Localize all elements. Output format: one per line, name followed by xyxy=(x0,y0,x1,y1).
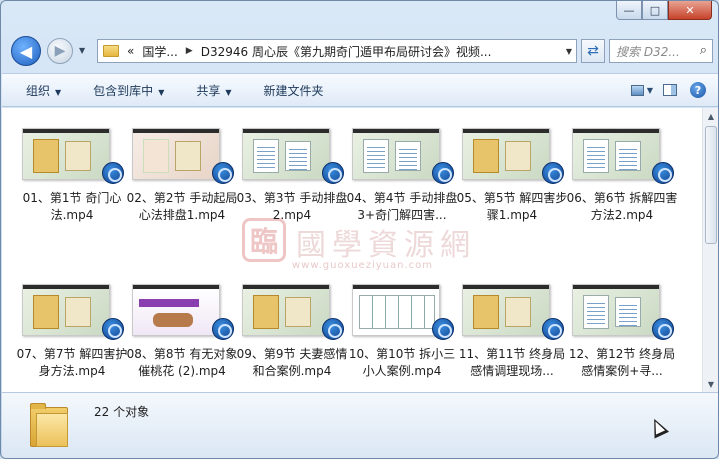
scroll-up-icon[interactable]: ▲ xyxy=(703,108,718,124)
maximize-button[interactable]: □ xyxy=(642,1,668,20)
preview-pane-icon xyxy=(663,84,677,96)
file-name: 03、第3节 手动排盘2.mp4 xyxy=(236,191,348,222)
video-thumbnail xyxy=(572,128,660,180)
video-thumbnail xyxy=(352,284,440,336)
address-bar[interactable]: « 国学... ▶ D32946 周心辰《第九期奇门遁甲布局研讨会》视频... … xyxy=(97,39,577,63)
watermark-url: www.guoxueziyuan.com xyxy=(292,260,433,271)
chevron-down-icon: ▼ xyxy=(646,85,653,95)
file-name: 09、第9节 夫妻感情和合案例.mp4 xyxy=(236,347,348,378)
vertical-scrollbar[interactable]: ▲ ▼ xyxy=(702,108,718,392)
breadcrumb-current-folder[interactable]: D32946 周心辰《第九期奇门遁甲布局研讨会》视频... xyxy=(201,43,492,60)
close-button[interactable]: ✕ xyxy=(668,1,712,20)
include-in-library-menu[interactable]: 包含到库中 ▼ xyxy=(85,80,172,101)
minimize-button[interactable]: — xyxy=(616,1,642,20)
view-icon xyxy=(631,84,644,96)
watermark-stamp: 臨 xyxy=(242,218,286,262)
file-name: 12、第12节 终身局感情案例+寻... xyxy=(568,347,676,378)
vlc-icon xyxy=(212,318,234,340)
new-folder-button[interactable]: 新建文件夹 xyxy=(256,80,332,101)
file-name: 04、第4节 手动排盘3+奇门解四害... xyxy=(346,191,458,222)
caption-buttons: — □ ✕ xyxy=(616,1,712,21)
include-in-library-label: 包含到库中 xyxy=(93,83,154,98)
vlc-icon xyxy=(542,318,564,340)
preview-pane-button[interactable] xyxy=(659,80,681,100)
vlc-icon xyxy=(542,162,564,184)
video-thumbnail xyxy=(132,284,220,336)
file-name: 02、第2节 手动起局心法排盘1.mp4 xyxy=(126,191,238,222)
vlc-icon xyxy=(212,162,234,184)
vlc-icon xyxy=(432,162,454,184)
navigation-bar: ◀ ▶ ▼ « 国学... ▶ D32946 周心辰《第九期奇门遁甲布局研讨会》… xyxy=(1,33,718,69)
file-name: 08、第8节 有无对象催桃花 (2).mp4 xyxy=(126,347,238,378)
refresh-button[interactable]: ⇄ xyxy=(581,39,605,63)
vlc-icon xyxy=(432,318,454,340)
vlc-icon xyxy=(322,162,344,184)
back-arrow-icon[interactable]: ◀ xyxy=(11,36,41,66)
video-thumbnail xyxy=(22,128,110,180)
help-button[interactable]: ? xyxy=(687,80,709,100)
search-input[interactable]: 搜索 D32... ⌕ xyxy=(609,39,713,63)
chevron-down-icon: ▼ xyxy=(158,87,165,97)
folder-icon xyxy=(30,403,68,447)
video-thumbnail xyxy=(462,284,550,336)
vlc-icon xyxy=(652,162,674,184)
video-thumbnail xyxy=(242,128,330,180)
scroll-down-icon[interactable]: ▼ xyxy=(703,376,718,392)
video-thumbnail xyxy=(352,128,440,180)
share-label: 共享 xyxy=(196,83,221,98)
vlc-icon xyxy=(102,162,124,184)
file-name: 07、第7节 解四害护身方法.mp4 xyxy=(16,347,128,378)
scrollbar-thumb[interactable] xyxy=(705,126,717,244)
help-icon: ? xyxy=(690,82,706,98)
share-menu[interactable]: 共享 ▼ xyxy=(188,80,239,101)
search-placeholder: 搜索 D32... xyxy=(616,44,680,59)
site-watermark: 臨 國學資源網 www.guoxueziyuan.com xyxy=(242,218,502,278)
explorer-window: — □ ✕ ◀ ▶ ▼ « 国学... ▶ D32946 周心辰《第九期奇门遁甲… xyxy=(0,0,719,459)
vlc-icon xyxy=(322,318,344,340)
organize-label: 组织 xyxy=(26,83,51,98)
mouse-cursor-icon xyxy=(646,415,670,439)
change-view-button[interactable]: ▼ xyxy=(631,80,653,100)
chevron-down-icon: ▼ xyxy=(225,87,232,97)
item-count: 22 个对象 xyxy=(94,405,150,419)
video-thumbnail xyxy=(462,128,550,180)
video-thumbnail xyxy=(572,284,660,336)
breadcrumb-separator-icon[interactable]: ▶ xyxy=(186,46,193,56)
chevron-down-icon: ▼ xyxy=(55,87,62,97)
video-thumbnail xyxy=(242,284,330,336)
new-folder-label: 新建文件夹 xyxy=(263,83,324,98)
file-name: 01、第1节 奇门心法.mp4 xyxy=(22,191,122,222)
file-name: 05、第5节 解四害步骤1.mp4 xyxy=(456,191,568,222)
file-list-view: 臨 國學資源網 www.guoxueziyuan.com 01、第1节 奇门心法… xyxy=(2,108,718,392)
details-pane: 22 个对象 xyxy=(2,392,718,458)
command-bar: 组织 ▼ 包含到库中 ▼ 共享 ▼ 新建文件夹 ▼ ? xyxy=(2,73,718,107)
video-thumbnail xyxy=(22,284,110,336)
file-name: 10、第10节 拆小三 小人案例.mp4 xyxy=(348,347,456,378)
file-name: 06、第6节 拆解四害方法2.mp4 xyxy=(566,191,678,222)
vlc-icon xyxy=(652,318,674,340)
video-thumbnail xyxy=(132,128,220,180)
organize-menu[interactable]: 组织 ▼ xyxy=(18,80,69,101)
breadcrumb-overflow[interactable]: « xyxy=(127,44,134,58)
vlc-icon xyxy=(102,318,124,340)
recent-pages-chevron-icon[interactable]: ▼ xyxy=(79,46,85,55)
file-name: 11、第11节 终身局感情调理现场... xyxy=(458,347,566,378)
search-icon[interactable]: ⌕ xyxy=(700,43,707,58)
breadcrumb-guoxue[interactable]: 国学... xyxy=(142,43,177,60)
address-dropdown-icon[interactable]: ▼ xyxy=(566,47,572,56)
folder-icon xyxy=(103,45,119,57)
watermark-text: 國學資源網 xyxy=(296,228,476,263)
view-controls: ▼ ? xyxy=(625,80,709,100)
forward-arrow-icon[interactable]: ▶ xyxy=(47,38,73,64)
